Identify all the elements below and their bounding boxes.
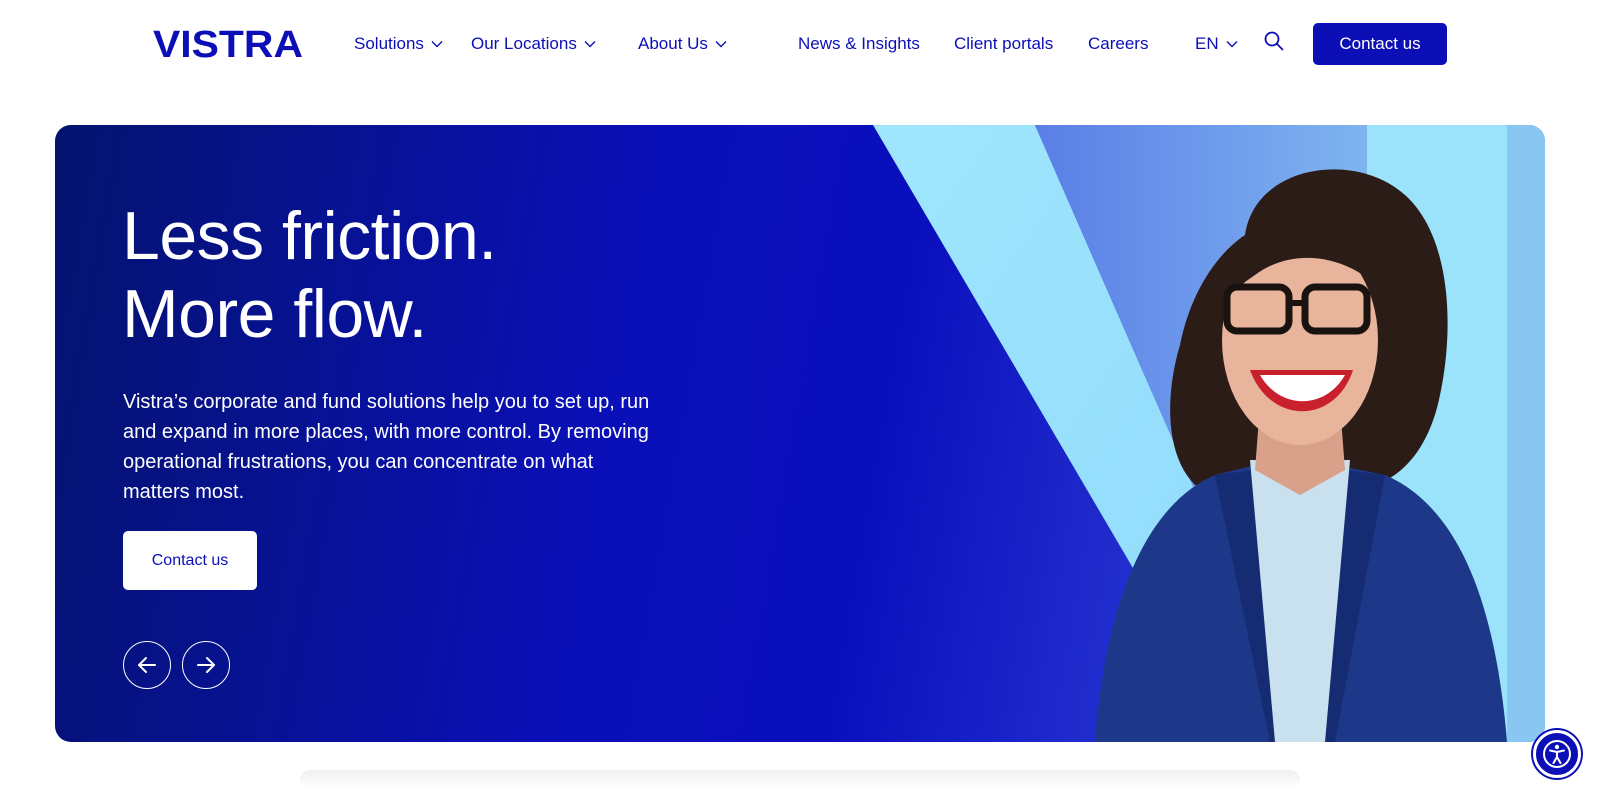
nav-client-portals[interactable]: Client portals [954, 33, 1053, 55]
language-label: EN [1195, 34, 1219, 53]
nav-solutions[interactable]: Solutions [354, 33, 443, 55]
hero-description: Vistra’s corporate and fund solutions he… [123, 391, 650, 503]
arrow-right-icon [197, 657, 215, 673]
nav-about-us[interactable]: About Us [638, 33, 727, 55]
search-icon[interactable] [1263, 30, 1285, 52]
nav-our-locations-label: Our Locations [471, 34, 577, 53]
svg-text:VISTRA: VISTRA [153, 26, 303, 60]
carousel-prev-button[interactable] [123, 641, 171, 689]
nav-our-locations[interactable]: Our Locations [471, 33, 596, 55]
hero-contact-button[interactable]: Contact us [123, 531, 257, 590]
accessibility-icon [1543, 740, 1571, 768]
language-selector[interactable]: EN [1195, 33, 1238, 55]
chevron-down-icon [1226, 41, 1238, 48]
chevron-down-icon [431, 41, 443, 48]
site-header: VISTRA Solutions Our Locations About Us … [0, 0, 1600, 88]
nav-news-insights-label: News & Insights [798, 34, 920, 53]
accessibility-button[interactable] [1533, 730, 1581, 778]
hero-headline-line-2: More flow. [122, 276, 427, 352]
nav-client-portals-label: Client portals [954, 34, 1054, 53]
chevron-down-icon [715, 41, 727, 48]
nav-careers[interactable]: Careers [1088, 33, 1148, 55]
nav-solutions-label: Solutions [354, 34, 424, 53]
hero-headline-line-1: Less friction. [122, 198, 497, 274]
chevron-down-icon [584, 41, 596, 48]
header-contact-button[interactable]: Contact us [1313, 23, 1447, 65]
carousel-next-button[interactable] [182, 641, 230, 689]
arrow-left-icon [138, 657, 156, 673]
vistra-logo[interactable]: VISTRA [153, 26, 303, 60]
nav-news-insights[interactable]: News & Insights [798, 33, 920, 55]
hero-banner: Less friction. More flow. Vistra’s corpo… [55, 125, 1545, 742]
nav-about-us-label: About Us [638, 34, 708, 53]
hero-headline: Less friction. More flow. [122, 197, 497, 353]
nav-careers-label: Careers [1088, 34, 1149, 53]
next-section-edge [300, 770, 1300, 790]
